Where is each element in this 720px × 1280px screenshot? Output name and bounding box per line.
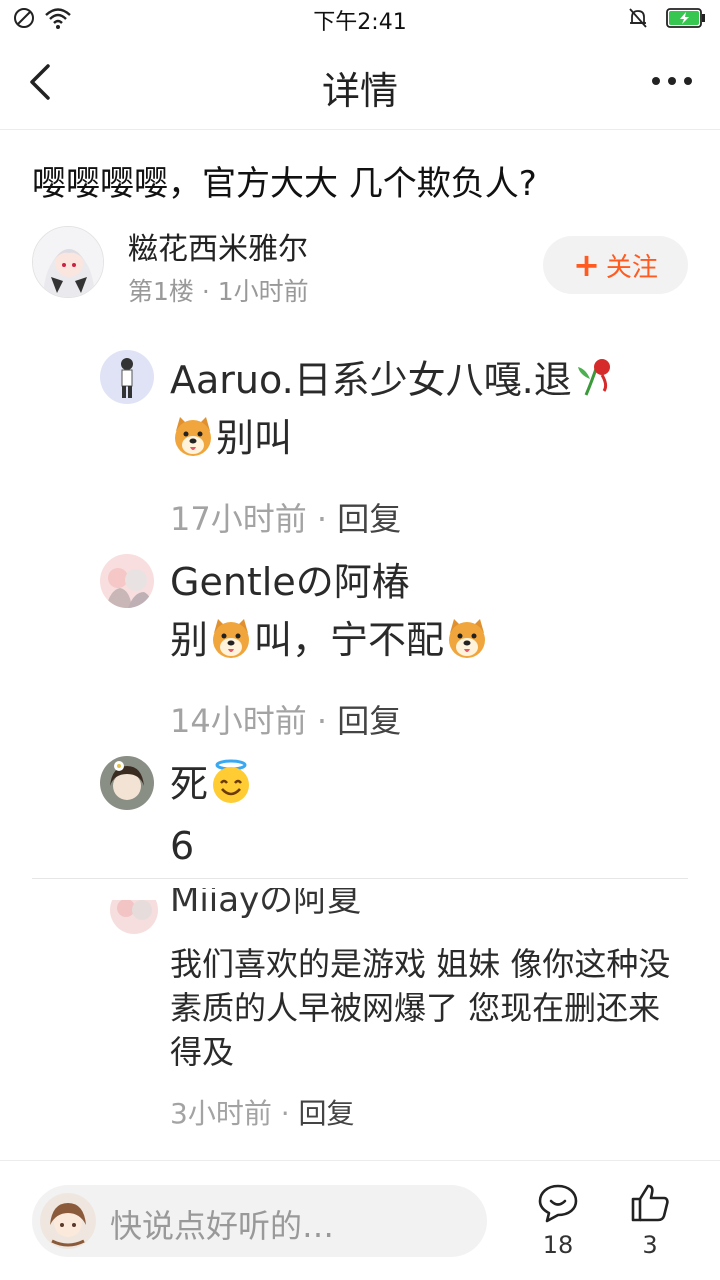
reply-content: 别叫 bbox=[170, 410, 292, 466]
reply-username-text: Aaruo.日系少女八嘎.退 bbox=[170, 358, 572, 402]
reply-content: 我们喜欢的是游戏 姐妹 像你这种没素质的人早被网爆了 您现在删还来得及 bbox=[170, 945, 671, 1071]
author-avatar[interactable] bbox=[32, 226, 104, 298]
halo-smile-icon bbox=[213, 759, 250, 803]
more-dots-icon[interactable] bbox=[648, 66, 696, 96]
like-count: 3 bbox=[642, 1231, 658, 1259]
avatar-image bbox=[100, 554, 154, 608]
mute-icon bbox=[629, 8, 647, 28]
avatar-image bbox=[40, 1193, 96, 1249]
reply-avatar[interactable] bbox=[100, 756, 154, 810]
avatar-image bbox=[110, 900, 158, 934]
reply-time: 3小时前 bbox=[170, 1097, 272, 1130]
reply-username: Miiayの阿夏 bbox=[170, 888, 470, 930]
reply-button[interactable]: 回复 bbox=[337, 702, 401, 740]
reply-text-value: 别叫 bbox=[216, 416, 293, 460]
reply-avatar[interactable] bbox=[100, 554, 154, 608]
comment-input[interactable]: 快说点好听的… bbox=[32, 1185, 487, 1257]
bottom-bar: 快说点好听的… 18 3 bbox=[0, 1160, 720, 1280]
reply-time: 17小时前 bbox=[170, 500, 307, 538]
reply-username: 死 bbox=[170, 756, 254, 812]
reply-username: Gentleの阿椿 bbox=[170, 560, 410, 604]
like-action[interactable]: 3 bbox=[620, 1183, 680, 1259]
follow-label: 关注 bbox=[605, 252, 658, 283]
follow-button[interactable]: + 关注 bbox=[543, 236, 688, 294]
reply-meta: 3小时前 · 回复 bbox=[170, 1097, 355, 1130]
reply-username: Aaruo.日系少女八嘎.退 bbox=[170, 352, 618, 408]
wilted-rose-icon bbox=[577, 359, 610, 396]
my-avatar bbox=[40, 1193, 96, 1249]
avatar-image bbox=[33, 227, 103, 297]
comment-action[interactable]: 18 bbox=[528, 1183, 588, 1259]
reply-time: 14小时前 bbox=[170, 702, 307, 740]
reply-username-text: 死 bbox=[170, 762, 209, 806]
post-title: 嘤嘤嘤嘤，官方大大 几个欺负人? bbox=[32, 164, 537, 204]
nav-bar: 详情 bbox=[0, 36, 720, 130]
dog-face-icon bbox=[449, 619, 486, 658]
status-right bbox=[626, 6, 706, 30]
detail-page: 下午2:41 详情 嘤嘤嘤嘤，官方大大 几个欺负人? 糍花西米雅尔 第1楼 · … bbox=[0, 0, 720, 1280]
reply-avatar[interactable] bbox=[110, 900, 158, 936]
reply-text-part: 别 bbox=[170, 618, 209, 662]
reply-meta: 14小时前 · 回复 bbox=[170, 702, 402, 740]
reply-meta: 17小时前 · 回复 bbox=[170, 500, 402, 538]
avatar-image bbox=[100, 756, 154, 810]
comment-bubble-icon bbox=[538, 1184, 578, 1223]
reply-button[interactable]: 回复 bbox=[337, 500, 401, 538]
post-meta: 第1楼 · 1小时前 bbox=[128, 277, 309, 306]
divider bbox=[32, 878, 688, 879]
reply-avatar[interactable] bbox=[100, 350, 154, 404]
thumbs-up-icon bbox=[631, 1184, 669, 1222]
reply-content: 别 叫，宁不配 bbox=[170, 612, 490, 668]
author-name[interactable]: 糍花西米雅尔 bbox=[128, 224, 308, 268]
status-time: 下午2:41 bbox=[313, 10, 407, 35]
plus-icon: + bbox=[573, 246, 600, 284]
dog-face-icon bbox=[175, 417, 211, 456]
comment-count: 18 bbox=[542, 1231, 574, 1259]
comment-placeholder: 快说点好听的… bbox=[110, 1207, 335, 1245]
page-title: 详情 bbox=[321, 69, 398, 113]
avatar-image bbox=[100, 350, 154, 404]
status-bar: 下午2:41 bbox=[0, 0, 720, 36]
dog-face-icon bbox=[213, 619, 250, 658]
reply-content: 6 bbox=[170, 824, 195, 868]
reply-text-part: 叫，宁不配 bbox=[254, 618, 445, 662]
reply-username-text: Miiayの阿夏 bbox=[170, 888, 362, 920]
battery-charging-icon bbox=[666, 8, 705, 28]
reply-button[interactable]: 回复 bbox=[299, 1097, 355, 1130]
